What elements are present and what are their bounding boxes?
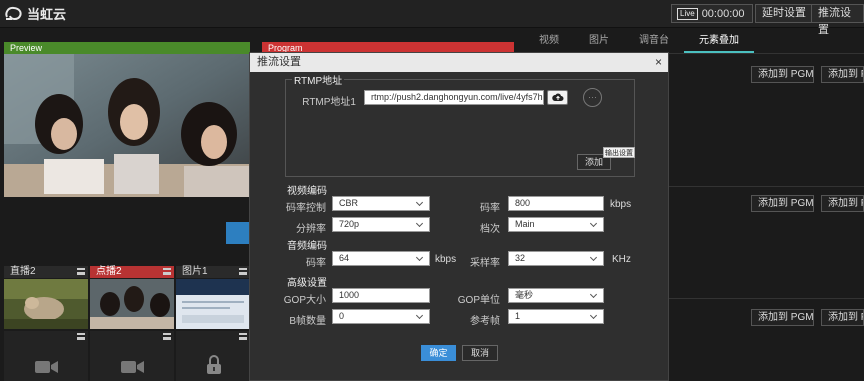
switch-button-edge[interactable] xyxy=(226,222,250,244)
live-timer: Live 00:00:00 xyxy=(671,4,753,23)
dialog-title: 推流设置 xyxy=(257,56,301,68)
upload-cloud-icon[interactable] xyxy=(547,90,568,105)
app-logo: 当虹云 xyxy=(4,4,66,23)
empty-source-slot[interactable] xyxy=(4,331,88,381)
source-thumb-vod[interactable] xyxy=(90,279,174,329)
menu-icon[interactable] xyxy=(163,333,171,340)
audio-bitrate-select[interactable]: 64 xyxy=(332,251,430,266)
menu-icon[interactable] xyxy=(77,333,85,340)
sample-rate-label: 采样率 xyxy=(470,258,500,269)
preview-label: Preview xyxy=(4,42,250,54)
top-bar: 当虹云 Live 00:00:00 延时设置 推流设置 xyxy=(0,0,864,36)
add-to-pvw-button[interactable]: 添加到 PVW xyxy=(821,66,864,83)
dialog-header: 推流设置 × xyxy=(250,53,668,72)
confirm-button[interactable]: 确定 xyxy=(421,345,456,361)
cancel-button[interactable]: 取消 xyxy=(462,345,498,361)
tab-overlay[interactable]: 元素叠加 xyxy=(684,30,754,53)
more-options-button[interactable]: ··· xyxy=(583,88,602,107)
bframes-select[interactable]: 0 xyxy=(332,309,430,324)
rtmp-fieldset: RTMP地址 RTMP地址1 rtmp://push2.danghongyun.… xyxy=(285,72,635,177)
live-time: 00:00:00 xyxy=(701,7,745,20)
gop-unit-label: GOP单位 xyxy=(457,295,500,306)
empty-source-slot[interactable] xyxy=(90,331,174,381)
video-bitrate-unit: kbps xyxy=(610,199,632,210)
audio-section-title: 音频编码 xyxy=(287,241,327,252)
menu-icon[interactable] xyxy=(77,268,85,275)
audio-bitrate-label: 码率 xyxy=(306,258,326,269)
source-label-image[interactable]: 图片1 xyxy=(176,266,250,278)
add-to-pgm-button[interactable]: 添加到 PGM xyxy=(751,195,814,212)
sample-rate-select[interactable]: 32 xyxy=(508,251,604,266)
profile-select[interactable]: Main xyxy=(508,217,604,232)
add-to-pvw-button[interactable]: 添加到 PVW xyxy=(821,309,864,326)
close-icon[interactable]: × xyxy=(655,53,662,72)
source-thumb-image[interactable] xyxy=(176,279,250,329)
output-settings-tooltip: 输出设置 xyxy=(603,147,635,158)
delay-settings-button[interactable]: 延时设置 xyxy=(755,4,813,23)
video-bitrate-label: 码率 xyxy=(480,203,500,214)
logo-icon xyxy=(5,6,22,20)
video-section-title: 视频编码 xyxy=(287,186,327,197)
camera-icon xyxy=(121,361,144,373)
logo-text: 当虹云 xyxy=(27,7,67,22)
push-settings-button[interactable]: 推流设置 xyxy=(811,4,864,36)
resolution-select[interactable]: 720p xyxy=(332,217,430,232)
menu-icon[interactable] xyxy=(239,333,247,340)
video-bitrate-input[interactable]: 800 xyxy=(508,196,604,211)
camera-icon xyxy=(35,361,58,373)
bitrate-mode-select[interactable]: CBR xyxy=(332,196,430,211)
tab-image[interactable]: 图片 xyxy=(574,30,624,53)
gop-size-input[interactable]: 1000 xyxy=(332,288,430,303)
locked-source-slot[interactable] xyxy=(176,331,250,381)
preview-video[interactable] xyxy=(4,54,250,197)
tab-video[interactable]: 视频 xyxy=(524,30,574,53)
menu-icon[interactable] xyxy=(163,268,171,275)
rtmp-address-label: RTMP地址1 xyxy=(302,97,356,108)
source-thumb-live[interactable] xyxy=(4,279,88,329)
add-to-pgm-button[interactable]: 添加到 PGM xyxy=(751,66,814,83)
right-tabs: 视频 图片 调音台 元素叠加 xyxy=(524,30,864,54)
tab-mixer[interactable]: 调音台 xyxy=(624,30,684,53)
push-settings-dialog: 推流设置 × RTMP地址 RTMP地址1 rtmp://push2.dangh… xyxy=(249,52,669,381)
sample-rate-unit: KHz xyxy=(612,254,631,265)
lock-icon xyxy=(207,355,221,374)
ref-frames-select[interactable]: 1 xyxy=(508,309,604,324)
menu-icon[interactable] xyxy=(239,268,247,275)
source-label-vod[interactable]: 点播2 xyxy=(90,266,174,278)
advanced-section-title: 高级设置 xyxy=(287,278,327,289)
profile-label: 档次 xyxy=(480,224,500,235)
gop-unit-select[interactable]: 毫秒 xyxy=(508,288,604,303)
live-badge: Live xyxy=(677,7,698,20)
rtmp-section-title: RTMP地址 xyxy=(292,72,345,87)
ref-frames-label: 参考帧 xyxy=(470,316,500,327)
add-to-pgm-button[interactable]: 添加到 PGM xyxy=(751,309,814,326)
gop-size-label: GOP大小 xyxy=(283,295,326,306)
source-label-live[interactable]: 直播2 xyxy=(4,266,88,278)
bitrate-mode-label: 码率控制 xyxy=(286,203,326,214)
bframes-label: B帧数量 xyxy=(289,316,326,327)
rtmp-address-input[interactable]: rtmp://push2.danghongyun.com/live/4yfs7h… xyxy=(364,90,544,105)
add-to-pvw-button[interactable]: 添加到 PVW xyxy=(821,195,864,212)
resolution-label: 分辨率 xyxy=(296,224,326,235)
